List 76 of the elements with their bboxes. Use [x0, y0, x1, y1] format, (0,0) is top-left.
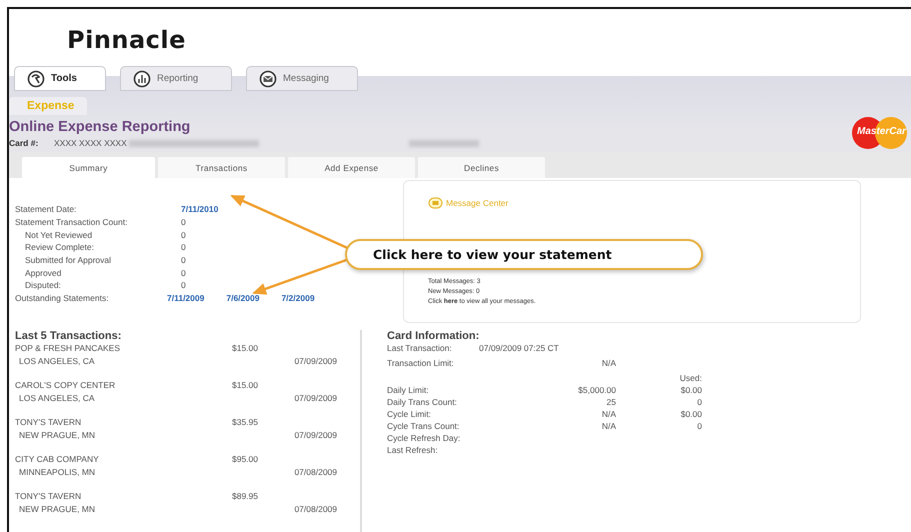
statement-value: 0 [181, 255, 186, 266]
info-label: Last Transaction: [387, 343, 453, 353]
mail-icon [428, 197, 443, 209]
statement-link[interactable]: 7/11/2009 [167, 293, 204, 304]
merchant-name: CITY CAB COMPANY [15, 453, 100, 466]
merchant-location: NEW PRAGUE, MN [18, 503, 96, 516]
transaction-date: 07/09/2009 [293, 355, 337, 368]
statement-link[interactable]: 7/6/2009 [226, 293, 260, 304]
statement-label: Outstanding Statements: [15, 293, 110, 304]
statement-value: 0 [181, 242, 186, 252]
limit-value: N/A [600, 408, 616, 420]
sub-tab[interactable]: Declines [418, 157, 545, 178]
amount: $95.00 [232, 453, 259, 466]
used-value: $0.00 [680, 408, 702, 420]
used-value: $0.00 [680, 384, 702, 396]
info-label: Cycle Refresh Day: [387, 432, 462, 444]
statement-label: Not Yet Reviewed [25, 230, 94, 240]
info-label: Daily Trans Count: [387, 396, 458, 408]
transaction-date: 07/08/2009 [293, 466, 337, 479]
merchant-name: TONY'S TAVERN [15, 490, 82, 503]
limit-value: N/A [600, 420, 616, 432]
merchant-name: CAROL'S COPY CENTER [15, 379, 116, 392]
amount: $15.00 [232, 342, 259, 355]
nav-tab[interactable]: Messaging [246, 66, 358, 91]
statement-value: 0 [181, 268, 186, 278]
nav-tab[interactable]: Tools [14, 66, 106, 91]
transaction-date: 07/09/2009 [293, 392, 337, 405]
pinnacle-logo: Pinnacle [67, 26, 186, 54]
merchant-location: NEW PRAGUE, MN [18, 429, 96, 442]
statement-label: Disputed: [25, 280, 62, 290]
page-title: Online Expense Reporting [9, 119, 192, 135]
statement-label: Review Complete: [25, 242, 95, 252]
info-label: Transaction Limit: [387, 357, 455, 369]
statement-label: Statement Date: [15, 204, 78, 214]
merchant-name: TONY'S TAVERN [15, 416, 82, 429]
statement-label: Submitted for Approval [25, 255, 112, 266]
info-label: Daily Limit: [387, 384, 430, 396]
statement-value: 0 [181, 280, 186, 290]
sub-tab[interactable]: Add Expense [288, 157, 415, 178]
card-label: Card #: [9, 138, 40, 148]
chart-icon [133, 70, 151, 88]
used-value: 0 [696, 396, 702, 408]
info-value: N/A [600, 357, 616, 369]
statement-label: Approved [25, 268, 62, 278]
merchant-location: MINNEAPOLIS, MN [18, 466, 96, 479]
merchant-location: LOS ANGELES, CA [18, 392, 96, 405]
statement-link[interactable]: 7/2/2009 [281, 293, 315, 304]
merchant-location: LOS ANGELES, CA [18, 355, 96, 368]
statement-label: Statement Transaction Count: [15, 217, 128, 228]
info-label: Last Refresh: [387, 444, 439, 456]
redacted-bar [408, 140, 479, 146]
transaction-date: 07/08/2009 [293, 503, 337, 516]
section-title: Card Information: [387, 330, 480, 342]
callout-bubble: Click here to view your statement [345, 239, 703, 270]
info-label: Cycle Limit: [387, 408, 432, 420]
info-value: 07/09/2009 07:25 CT [479, 343, 559, 353]
tools-icon [27, 70, 45, 88]
section-title: Last 5 Transactions: [15, 330, 122, 342]
amount: $89.95 [232, 490, 259, 503]
mail-icon [259, 70, 277, 88]
transaction-date: 07/09/2009 [293, 429, 337, 442]
merchant-name: POP & FRESH PANCAKES [15, 342, 122, 355]
limit-value: 25 [606, 396, 616, 408]
statement-value: 0 [181, 230, 186, 240]
statement-date-link[interactable]: 7/11/2010 [181, 204, 218, 214]
info-label: Cycle Trans Count: [387, 420, 460, 432]
statement-value: 0 [181, 217, 186, 228]
amount: $35.95 [232, 416, 259, 429]
column-header: Used: [678, 372, 702, 384]
sub-tab[interactable]: Summary [22, 157, 155, 178]
amount: $15.00 [232, 379, 259, 392]
nav-tab[interactable]: Reporting [120, 66, 232, 91]
limit-value: $5,000.00 [577, 384, 616, 396]
card-number: XXXX XXXX XXXX [54, 138, 127, 148]
sub-tab[interactable]: Transactions [158, 157, 285, 178]
used-value: 0 [696, 420, 702, 432]
